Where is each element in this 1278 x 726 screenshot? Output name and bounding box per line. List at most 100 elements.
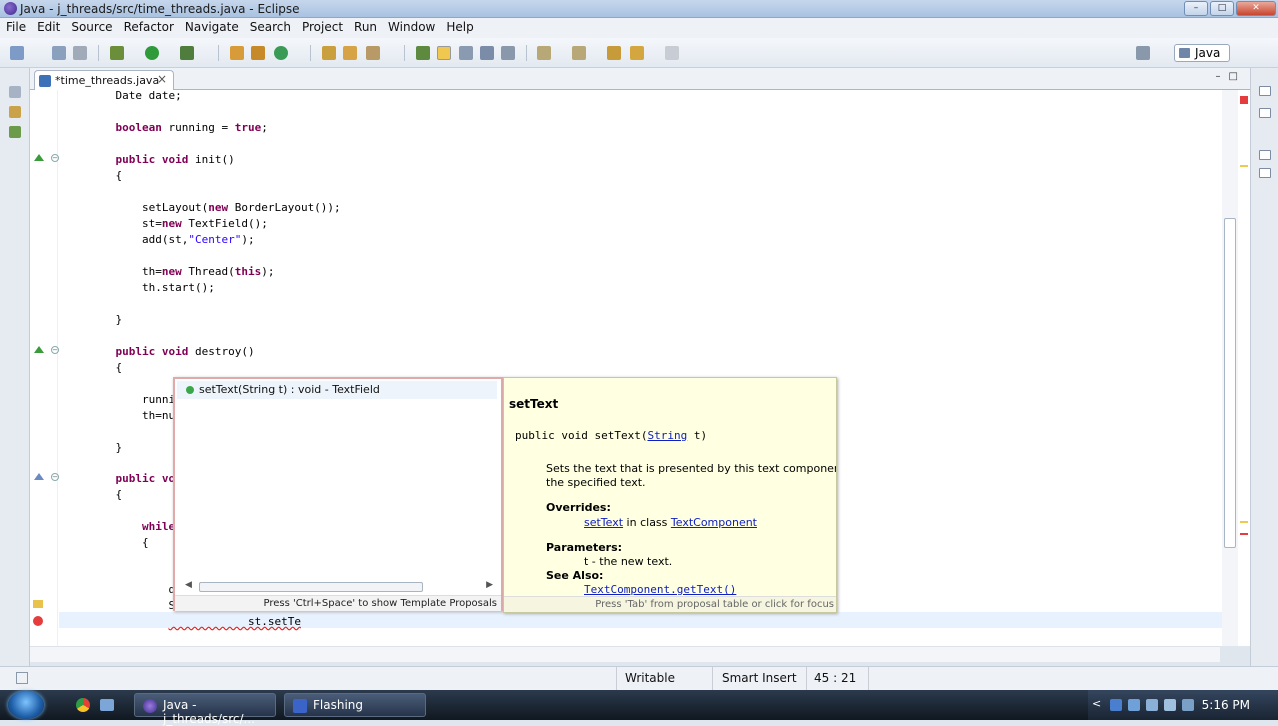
taskbar-button-label: Flashing — [313, 698, 364, 712]
restore-icon[interactable] — [9, 86, 21, 98]
next-annotation-icon[interactable] — [537, 46, 551, 60]
menu-project[interactable]: Project — [296, 18, 348, 34]
proposal-hscrollbar[interactable]: ◀ ▶ — [179, 580, 497, 594]
code-line: th=new Thread(this); — [89, 265, 275, 278]
java-perspective-button[interactable]: Java — [1174, 44, 1230, 62]
close-tab-icon[interactable]: × — [157, 72, 167, 86]
block-select-icon[interactable] — [459, 46, 473, 60]
javadoc-description: Sets the text that is presented by this … — [546, 462, 836, 475]
close-button[interactable]: ✕ — [1236, 1, 1276, 16]
display-icon[interactable] — [1164, 699, 1176, 711]
show-desktop-icon[interactable] — [100, 699, 114, 711]
occurrence-marker[interactable] — [1240, 165, 1248, 167]
start-button[interactable] — [8, 691, 44, 719]
fold-toggle-icon[interactable]: − — [51, 473, 59, 481]
vertical-scroll-thumb[interactable] — [1224, 218, 1236, 548]
taskbar-eclipse-button[interactable]: Java - j_threads/src/... — [134, 693, 276, 726]
code-line: public void init() — [115, 153, 235, 166]
vertical-scrollbar[interactable] — [1222, 90, 1238, 646]
override-marker-icon — [34, 154, 44, 161]
chrome-icon[interactable] — [76, 698, 90, 712]
tray-expand-icon[interactable]: < — [1092, 697, 1101, 710]
prev-annotation-icon[interactable] — [572, 46, 586, 60]
highlight-icon[interactable] — [437, 46, 451, 60]
javadoc-popup[interactable]: setText public void setText(String t) Se… — [503, 377, 837, 613]
new-package-icon[interactable] — [230, 46, 244, 60]
external-tools-icon[interactable] — [180, 46, 194, 60]
see-also-link[interactable]: TextComponent.getText() — [584, 583, 736, 596]
volume-icon[interactable] — [1146, 699, 1158, 711]
menu-file[interactable]: File — [0, 18, 31, 34]
new-class-icon[interactable] — [251, 46, 265, 60]
power-icon[interactable] — [1182, 699, 1194, 711]
network-icon[interactable] — [1128, 699, 1140, 711]
error-overview-marker[interactable] — [1240, 533, 1248, 535]
maximize-button[interactable]: □ — [1210, 1, 1234, 16]
menu-navigate[interactable]: Navigate — [179, 18, 244, 34]
proposal-scroll-thumb[interactable] — [199, 582, 423, 592]
debug-icon[interactable] — [110, 46, 124, 60]
warning-icon[interactable] — [33, 600, 43, 608]
hierarchy-icon[interactable] — [9, 126, 21, 138]
editor-view-controls[interactable]: –□ — [1216, 71, 1246, 82]
implement-marker-icon — [34, 473, 44, 480]
last-edit-icon[interactable] — [607, 46, 621, 60]
menu-source[interactable]: Source — [65, 18, 117, 34]
javadoc-signature: public void setText(String t) — [515, 429, 707, 442]
menu-edit[interactable]: Edit — [31, 18, 65, 34]
new-icon[interactable] — [10, 46, 24, 60]
forward-icon[interactable] — [665, 46, 679, 60]
taskbar-flashing-button[interactable]: Flashing — [284, 693, 426, 717]
code-line: st.setTe — [89, 614, 301, 630]
occurrence-marker[interactable] — [1240, 521, 1248, 523]
signature-prefix: public void setText( — [515, 429, 648, 442]
main-toolbar: Java — [0, 38, 1278, 68]
open-type-icon[interactable] — [322, 46, 336, 60]
taskbar-button-label: Java - j_threads/src/... — [163, 698, 255, 726]
status-bar: Writable Smart Insert 45 : 21 — [0, 666, 1278, 690]
print-icon[interactable] — [73, 46, 87, 60]
overrides-line: setText in class TextComponent — [584, 516, 757, 529]
error-icon[interactable] — [33, 616, 43, 626]
scroll-right-icon[interactable]: ▶ — [486, 580, 493, 590]
content-assist-popup[interactable]: setText(String t) : void - TextField ◀ ▶… — [173, 377, 503, 611]
fold-toggle-icon[interactable]: − — [51, 154, 59, 162]
scroll-left-icon[interactable]: ◀ — [185, 580, 192, 590]
search-icon[interactable] — [366, 46, 380, 60]
open-perspective-icon[interactable] — [1136, 46, 1150, 60]
insert-mode-status: Smart Insert — [722, 671, 797, 685]
restore-icon[interactable] — [1259, 86, 1271, 96]
system-tray: < 5:16 PM — [1088, 690, 1278, 720]
paragraph-icon[interactable] — [501, 46, 515, 60]
package-explorer-icon[interactable] — [9, 106, 21, 118]
error-overview-icon[interactable] — [1240, 96, 1248, 104]
overrides-method-link[interactable]: setText — [584, 516, 623, 529]
menu-window[interactable]: Window — [382, 18, 440, 34]
toggle-mark-icon[interactable] — [416, 46, 430, 60]
overview-ruler — [1238, 90, 1250, 646]
signature-type-link[interactable]: String — [647, 429, 687, 442]
menu-run[interactable]: Run — [348, 18, 382, 34]
fold-toggle-icon[interactable]: − — [51, 346, 59, 354]
bluetooth-icon[interactable] — [1110, 699, 1122, 711]
restore-icon[interactable] — [1259, 150, 1271, 160]
back-icon[interactable] — [630, 46, 644, 60]
fast-view-icon[interactable] — [16, 672, 28, 684]
show-whitespace-icon[interactable] — [480, 46, 494, 60]
task-list-icon[interactable] — [1259, 168, 1271, 178]
tab-time-threads[interactable]: *time_threads.java × — [34, 70, 174, 90]
save-icon[interactable] — [52, 46, 66, 60]
outline-view-icon[interactable] — [1259, 108, 1271, 118]
left-trim — [0, 68, 30, 666]
run-icon[interactable] — [145, 46, 159, 60]
horizontal-scrollbar[interactable] — [30, 646, 1220, 662]
refresh-icon[interactable] — [274, 46, 288, 60]
minimize-button[interactable]: – — [1184, 1, 1208, 16]
menu-refactor[interactable]: Refactor — [118, 18, 179, 34]
open-folder-icon[interactable] — [343, 46, 357, 60]
overrides-class-link[interactable]: TextComponent — [671, 516, 757, 529]
menu-help[interactable]: Help — [440, 18, 478, 34]
code-line: boolean running = true; — [115, 121, 268, 134]
menu-search[interactable]: Search — [244, 18, 296, 34]
proposal-item[interactable]: setText(String t) : void - TextField — [177, 381, 497, 399]
